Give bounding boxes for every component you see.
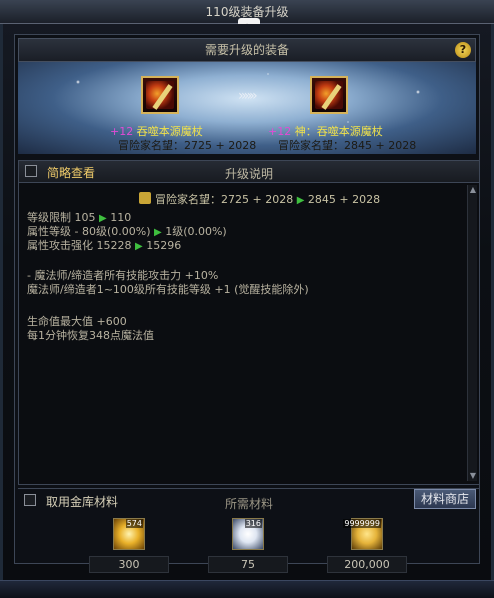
material-shop-button[interactable]: 材料商店: [414, 489, 476, 509]
effect-skill-level: 魔法师/缔造者1~100级所有技能等级 +1 (觉醒技能除外): [27, 283, 309, 296]
upgrade-description-panel: 简略查看 升级说明 冒险家名望：2725 + 2028 ▶ 2845 + 202…: [18, 160, 480, 485]
arrow-right-icon: ▶: [296, 195, 305, 206]
gold-crystal-icon[interactable]: 574: [113, 518, 145, 550]
material-required: 75: [208, 556, 288, 573]
materials-header: 取用金库材料 所需材料 材料商店: [18, 488, 480, 511]
staff-icon: [315, 81, 343, 109]
material-stock: 316: [244, 519, 262, 528]
arrow-right-icon: ▶: [135, 241, 143, 252]
scroll-up-icon[interactable]: ▲: [468, 185, 478, 195]
gold-coins-icon[interactable]: 9999999: [343, 518, 383, 550]
staff-icon: [146, 81, 174, 109]
section-header-equipment: 需要升级的装备 ?: [18, 38, 476, 62]
help-icon[interactable]: ?: [455, 42, 471, 58]
material-required: 200,000: [327, 556, 407, 573]
bottom-toolbar: [0, 580, 494, 598]
fame-badge-icon: [139, 192, 151, 204]
effect-mp-regen: 每1分钟恢复348点魔法值: [27, 329, 154, 342]
materials-title: 所需材料: [224, 497, 273, 511]
source-item-slot[interactable]: [141, 76, 179, 114]
section-title: 需要升级的装备: [204, 43, 289, 57]
white-orb-icon[interactable]: 316: [232, 518, 264, 550]
target-item-fame: 冒险家名望：2845 + 2028: [278, 139, 417, 152]
material-required: 300: [89, 556, 169, 573]
material-stock: 9999999: [343, 519, 381, 528]
description-scrollbar[interactable]: ▲ ▼: [467, 185, 477, 481]
description-header: 简略查看 升级说明: [19, 161, 479, 183]
fame-change-row: 冒险家名望：2725 + 2028 ▶ 2845 + 2028: [139, 191, 380, 207]
material-stock: 574: [125, 519, 143, 528]
target-item-slot[interactable]: [310, 76, 348, 114]
description-title: 升级说明: [224, 167, 273, 181]
stat-element-enhance: 属性攻击强化 15228 ▶ 15296: [27, 239, 182, 252]
upgrade-arrow-icon: »»»: [238, 88, 258, 104]
source-item-fame: 冒险家名望：2725 + 2028: [118, 139, 257, 152]
scroll-down-icon[interactable]: ▼: [468, 471, 478, 481]
